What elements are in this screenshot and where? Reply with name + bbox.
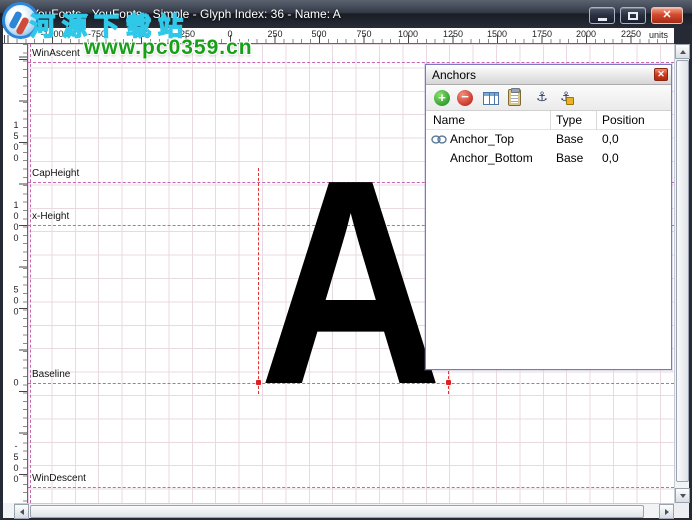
column-separator[interactable] [550, 111, 551, 130]
anchor-row-top[interactable]: Anchor_Top Base 0,0 [426, 130, 671, 149]
ruler-label: 250 [267, 29, 283, 39]
ruler-label: -500 [131, 29, 151, 39]
scroll-up-button[interactable] [675, 44, 690, 59]
ruler-label: 2250 [620, 29, 642, 39]
horizontal-ruler: -1000 -750 -500 -250 0 250 500 750 1000 … [3, 28, 674, 44]
add-anchor-button[interactable]: + [434, 90, 450, 106]
winascent-label: WinAscent [32, 48, 80, 59]
ruler-label: 500 [311, 29, 327, 39]
column-header-type[interactable]: Type [556, 113, 582, 127]
anchor-icon-button[interactable]: ⚓ [534, 90, 550, 106]
scroll-left-button[interactable] [14, 504, 29, 519]
units-label: units [648, 30, 668, 40]
horizontal-scroll-thumb[interactable] [30, 505, 644, 518]
anchor-row-bottom[interactable]: Anchor_Bottom Base 0,0 [426, 149, 671, 168]
ruler-label: -250 [176, 29, 196, 39]
app-icon [9, 6, 25, 22]
ruler-label: 1000 [397, 29, 419, 39]
bottom-left-gap [3, 503, 14, 518]
arrow-left-icon [19, 508, 24, 515]
ruler-label: -1000 [40, 29, 64, 39]
window-controls: ✕ [589, 7, 683, 24]
capheight-label: CapHeight [32, 168, 80, 179]
vertical-ruler: 1500 1000 500 0 -500 [3, 44, 28, 503]
vertical-scrollbar[interactable] [674, 44, 690, 503]
arrow-right-icon [664, 508, 669, 515]
link-icon [431, 135, 447, 144]
ruler-label: 1000 [11, 200, 21, 244]
ruler-label: 1750 [531, 29, 553, 39]
scrollbar-corner [674, 503, 689, 518]
maximize-icon [628, 11, 638, 20]
anchors-panel-titlebar[interactable]: Anchors ✕ [426, 65, 671, 85]
windescent-label: WinDescent [32, 473, 86, 484]
baseline-label: Baseline [32, 369, 71, 380]
window-title: YouFonts - YouFonts - Simple - Glyph Ind… [31, 7, 341, 21]
horizontal-scrollbar[interactable] [14, 503, 674, 519]
column-header-position[interactable]: Position [602, 113, 645, 127]
anchor-name: Anchor_Bottom [450, 151, 533, 165]
ruler-label: -750 [87, 29, 107, 39]
anchors-panel: Anchors ✕ + − ⚓ ⚓ Name Type Position Anc… [425, 64, 672, 370]
glyph-outline[interactable]: A [259, 136, 442, 428]
titlebar[interactable]: YouFonts - YouFonts - Simple - Glyph Ind… [0, 0, 692, 28]
ruler-label: 1500 [486, 29, 508, 39]
anchor-gold-icon-button[interactable]: ⚓ [558, 90, 574, 106]
app-window: YouFonts - YouFonts - Simple - Glyph Ind… [0, 0, 692, 520]
windescent-line [28, 487, 674, 488]
ruler-label: 2000 [575, 29, 597, 39]
anchor-list-button[interactable] [483, 92, 499, 105]
scroll-right-button[interactable] [659, 504, 674, 519]
anchors-toolbar: + − ⚓ ⚓ [426, 85, 671, 111]
ruler-label: 750 [356, 29, 372, 39]
vertical-scroll-thumb[interactable] [676, 60, 689, 482]
ruler-label: 500 [11, 284, 21, 318]
anchor-type: Base [556, 132, 584, 146]
anchors-panel-title: Anchors [432, 68, 477, 82]
arrow-up-icon [679, 49, 686, 54]
ruler-label: 1500 [11, 120, 21, 164]
minimize-button[interactable] [589, 7, 615, 24]
maximize-button[interactable] [620, 7, 646, 24]
origin-guide-line [30, 44, 31, 503]
ruler-label: 0 [227, 29, 233, 39]
anchor-point[interactable] [256, 380, 261, 385]
column-separator[interactable] [596, 111, 597, 130]
remove-anchor-button[interactable]: − [457, 90, 473, 106]
anchor-position: 0,0 [602, 132, 619, 146]
close-icon: ✕ [662, 9, 672, 21]
scroll-down-button[interactable] [675, 488, 690, 503]
xheight-label: x-Height [32, 211, 70, 222]
clipboard-button[interactable] [508, 88, 521, 106]
winascent-line [28, 62, 674, 63]
anchor-position: 0,0 [602, 151, 619, 165]
anchors-table-header: Name Type Position [426, 111, 671, 130]
anchor-point[interactable] [446, 380, 451, 385]
ruler-label: -500 [11, 441, 21, 485]
ruler-label: 1250 [442, 29, 464, 39]
minimize-icon [597, 18, 607, 21]
column-header-name[interactable]: Name [433, 113, 465, 127]
ruler-label: 0 [11, 377, 21, 389]
ruler-major-ticks [19, 44, 27, 503]
close-button[interactable]: ✕ [651, 7, 683, 24]
anchor-name: Anchor_Top [450, 132, 515, 146]
anchor-type: Base [556, 151, 584, 165]
anchors-panel-close-button[interactable]: ✕ [654, 68, 668, 81]
arrow-down-icon [679, 493, 686, 498]
